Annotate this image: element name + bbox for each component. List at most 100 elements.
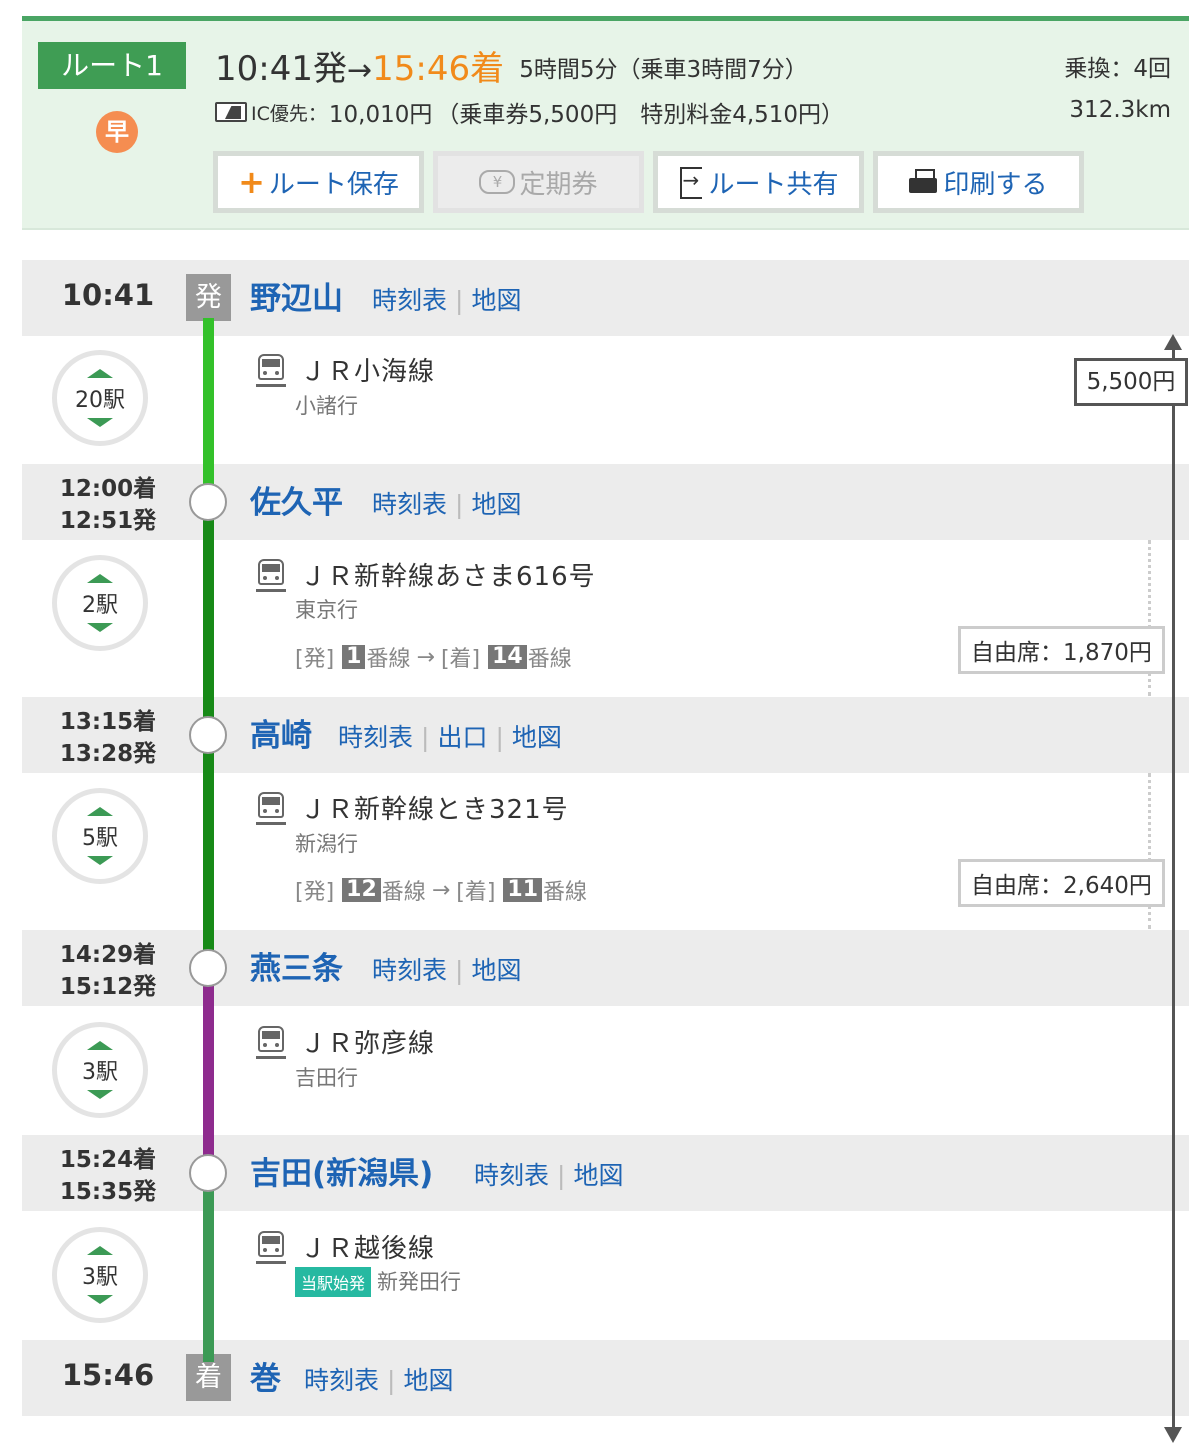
station-links: 時刻表 | 出口 | 地図 [338, 718, 562, 754]
segment-line-4 [203, 967, 214, 1172]
stop-count[interactable]: 3駅 [52, 1022, 148, 1118]
destination: 吉田行 [295, 1066, 358, 1090]
duration: 5時間5分（乗車3時間7分） [519, 57, 808, 83]
station-name[interactable]: 巻 [250, 1353, 281, 1398]
expand-down-icon [87, 856, 113, 865]
destination: 当駅始発 新発田行 [295, 1266, 461, 1297]
stop-count[interactable]: 20駅 [52, 350, 148, 446]
fare-amount: 10,010円 [328, 102, 433, 128]
expand-down-icon [87, 418, 113, 427]
platform-info: [発] 12 番線 → [着] 11 番線 [295, 874, 587, 906]
fare-line: IC優先： 10,010円 （乗車券5,500円 特別料金4,510円） [215, 95, 844, 129]
destination-label: 新発田行 [377, 1270, 462, 1294]
arrival-time: 15:46着 [372, 49, 505, 89]
destination: 新潟行 [295, 832, 358, 856]
departure-time: 12:51発 [59, 508, 157, 534]
map-link[interactable]: 地図 [471, 490, 521, 519]
station-time: 15:46 [61, 1358, 155, 1392]
timetable-link[interactable]: 時刻表 [304, 1366, 379, 1395]
train-icon [256, 354, 286, 388]
departure-time: 10:41発 [215, 49, 347, 89]
print-button[interactable]: 印刷する [873, 151, 1084, 213]
departure-time: 13:28発 [59, 741, 157, 767]
platform-dep-label: [発] [295, 647, 335, 672]
segment-line-5 [203, 1172, 214, 1362]
destination: 小諸行 [295, 394, 358, 418]
station-time: 14:29着 15:12発 [22, 939, 194, 1003]
stop-count[interactable]: 3駅 [52, 1227, 148, 1323]
print-label: 印刷する [943, 169, 1048, 200]
expand-down-icon [87, 623, 113, 632]
station-time: 10:41 [61, 278, 155, 312]
stop-count[interactable]: 5駅 [52, 788, 148, 884]
timetable-link[interactable]: 時刻表 [372, 956, 447, 985]
yen-ticket-icon: ¥ [479, 170, 516, 194]
stop-count[interactable]: 2駅 [52, 555, 148, 651]
save-route-button[interactable]: + ルート保存 [213, 151, 424, 213]
station-name[interactable]: 野辺山 [250, 273, 343, 318]
platform-arr-label: [着] [456, 880, 496, 905]
share-route-button[interactable]: ルート共有 [653, 151, 864, 213]
train-icon [256, 792, 286, 826]
expand-down-icon [87, 1090, 113, 1099]
line-name[interactable]: ＪＲ新幹線とき321号 [300, 789, 569, 826]
station-row: 15:24着 15:35発 吉田(新潟県) 時刻表 | 地図 [22, 1135, 1189, 1211]
line-name[interactable]: ＪＲ越後線 [300, 1228, 435, 1265]
platform-arr-label: [着] [440, 647, 481, 672]
map-link[interactable]: 地図 [403, 1366, 453, 1395]
map-link[interactable]: 地図 [512, 723, 562, 752]
route-label: ルート1 [38, 42, 186, 89]
destination: 東京行 [295, 598, 358, 622]
stop-count-label: 2駅 [82, 593, 118, 618]
map-link[interactable]: 地図 [471, 286, 521, 315]
station-name[interactable]: 佐久平 [250, 477, 343, 522]
commuter-pass-label: 定期券 [519, 169, 598, 200]
timetable-link[interactable]: 時刻表 [372, 490, 447, 519]
divider: | [455, 956, 464, 985]
station-time: 13:15着 13:28発 [22, 706, 194, 770]
timetable-link[interactable]: 時刻表 [474, 1161, 549, 1190]
divider: | [455, 286, 464, 315]
map-link[interactable]: 地図 [573, 1161, 623, 1190]
stop-count-label: 3駅 [82, 1265, 118, 1290]
departure-mark: 発 [186, 274, 231, 321]
plus-icon: + [238, 163, 265, 201]
station-node [189, 949, 227, 987]
station-time: 15:24着 15:35発 [22, 1144, 194, 1208]
distance: 312.3km [1069, 97, 1171, 123]
departure-time: 15:35発 [59, 1179, 157, 1205]
printer-icon [909, 169, 939, 195]
timetable-link[interactable]: 時刻表 [338, 723, 413, 752]
share-route-label: ルート共有 [708, 169, 839, 200]
station-name[interactable]: 燕三条 [250, 943, 343, 988]
stop-count-label: 5駅 [82, 826, 118, 851]
expand-up-icon [87, 1041, 113, 1050]
station-name[interactable]: 吉田(新潟県) [250, 1148, 433, 1193]
line-name[interactable]: ＪＲ弥彦線 [300, 1023, 435, 1060]
train-icon [256, 1026, 286, 1060]
exit-link[interactable]: 出口 [437, 723, 487, 752]
line-name[interactable]: ＪＲ小海線 [300, 351, 435, 388]
timetable-link[interactable]: 時刻表 [372, 286, 447, 315]
platform-number: 1 [342, 645, 366, 669]
station-node [189, 716, 227, 754]
stop-count-label: 20駅 [75, 388, 125, 413]
route-times: 10:41発→15:46着 5時間5分（乗車3時間7分） [215, 41, 808, 89]
commuter-pass-button[interactable]: ¥ 定期券 [433, 151, 644, 213]
station-links: 時刻表 | 地図 [474, 1156, 623, 1192]
station-row: 13:15着 13:28発 高崎 時刻表 | 出口 | 地図 [22, 697, 1189, 773]
departure-time: 15:12発 [59, 974, 157, 1000]
line-name[interactable]: ＪＲ新幹線あさま616号 [300, 556, 596, 593]
arrow-icon: → [416, 644, 435, 670]
arrival-time: 12:00着 [59, 476, 157, 502]
divider: | [495, 723, 504, 752]
base-fare: 5,500円 [1074, 358, 1188, 406]
train-icon [256, 1231, 286, 1265]
divider: | [557, 1161, 566, 1190]
map-link[interactable]: 地図 [471, 956, 521, 985]
platform-suffix: 番線 [527, 647, 572, 672]
divider: | [421, 723, 430, 752]
fast-icon: 早 [96, 111, 138, 153]
platform-suffix: 番線 [366, 647, 411, 672]
station-name[interactable]: 高崎 [250, 710, 312, 755]
